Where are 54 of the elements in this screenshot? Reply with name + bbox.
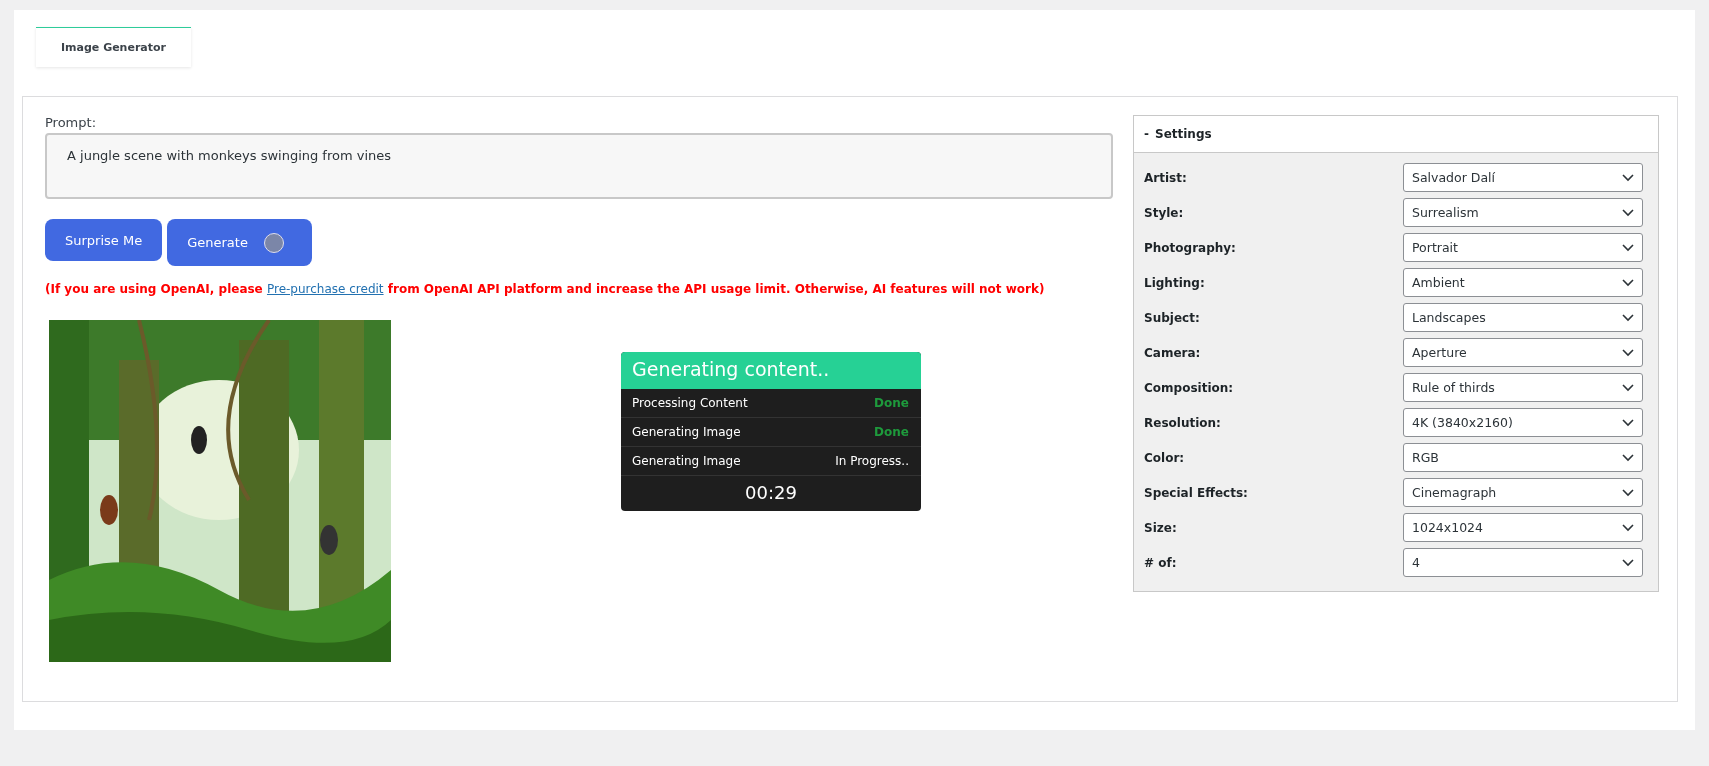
step-label: Generating Image bbox=[632, 454, 741, 468]
step-label: Generating Image bbox=[632, 425, 741, 439]
setting-select[interactable]: 4 bbox=[1403, 548, 1643, 577]
chevron-down-icon bbox=[1622, 453, 1634, 462]
chevron-down-icon bbox=[1622, 313, 1634, 322]
setting-label: Size: bbox=[1144, 520, 1177, 535]
chevron-down-icon bbox=[1622, 173, 1634, 182]
step-status: In Progress.. bbox=[835, 454, 909, 468]
setting-label: Special Effects: bbox=[1144, 485, 1248, 500]
collapse-toggle[interactable]: - bbox=[1144, 127, 1149, 141]
setting-select[interactable]: Cinemagraph bbox=[1403, 478, 1643, 507]
setting-select[interactable]: Salvador Dalí bbox=[1403, 163, 1643, 192]
settings-title: Settings bbox=[1155, 127, 1212, 141]
chevron-down-icon bbox=[1622, 558, 1634, 567]
purchase-link[interactable]: Pre-purchase credit bbox=[266, 282, 384, 296]
progress-title: Generating content.. bbox=[621, 352, 921, 389]
setting-label: Subject: bbox=[1144, 310, 1200, 325]
setting-select[interactable]: RGB bbox=[1403, 443, 1643, 472]
setting-label: Camera: bbox=[1144, 345, 1201, 360]
setting-label: Style: bbox=[1144, 205, 1184, 220]
api-notice: (If you are using OpenAI, please Pre-purchase credit from OpenAI API platform and increase the API usage limit. Otherwise, AI features will not work) bbox=[45, 282, 1046, 296]
setting-select[interactable]: Portrait bbox=[1403, 233, 1643, 262]
step-status: Done bbox=[874, 396, 909, 410]
chevron-down-icon bbox=[1622, 383, 1634, 392]
chevron-down-icon bbox=[1622, 523, 1634, 532]
setting-select[interactable]: Aperture bbox=[1403, 338, 1643, 367]
setting-label: # of: bbox=[1144, 555, 1177, 570]
setting-select[interactable]: Surrealism bbox=[1403, 198, 1643, 227]
timer: 00:29 bbox=[744, 481, 798, 505]
setting-select[interactable]: Ambient bbox=[1403, 268, 1643, 297]
setting-select[interactable]: Rule of thirds bbox=[1403, 373, 1643, 402]
chevron-down-icon bbox=[1622, 488, 1634, 497]
step-label: Processing Content bbox=[632, 396, 748, 410]
setting-label: Color: bbox=[1144, 450, 1185, 465]
chevron-down-icon bbox=[1622, 348, 1634, 357]
step-status: Done bbox=[874, 425, 909, 439]
setting-label: Lighting: bbox=[1144, 275, 1205, 290]
setting-select[interactable]: Landscapes bbox=[1403, 303, 1643, 332]
chevron-down-icon bbox=[1622, 418, 1634, 427]
spinner-icon bbox=[263, 232, 284, 253]
chevron-down-icon bbox=[1622, 243, 1634, 252]
generate-button[interactable]: Generate bbox=[167, 219, 312, 266]
prompt-field[interactable]: A jungle scene with monkeys swinging from vines bbox=[45, 133, 1113, 199]
setting-select[interactable]: 1024x1024 bbox=[1403, 513, 1643, 542]
setting-label: Artist: bbox=[1144, 170, 1187, 185]
chevron-down-icon bbox=[1622, 278, 1634, 287]
setting-select[interactable]: 4K (3840x2160) bbox=[1403, 408, 1643, 437]
setting-label: Composition: bbox=[1144, 380, 1234, 395]
setting-label: Photography: bbox=[1144, 240, 1236, 255]
prompt-label: Prompt: bbox=[45, 115, 98, 130]
tab[interactable]: Image Generator bbox=[36, 27, 191, 67]
setting-label: Resolution: bbox=[1144, 415, 1221, 430]
surprise-button[interactable]: Surprise Me bbox=[45, 219, 163, 261]
chevron-down-icon bbox=[1622, 208, 1634, 217]
